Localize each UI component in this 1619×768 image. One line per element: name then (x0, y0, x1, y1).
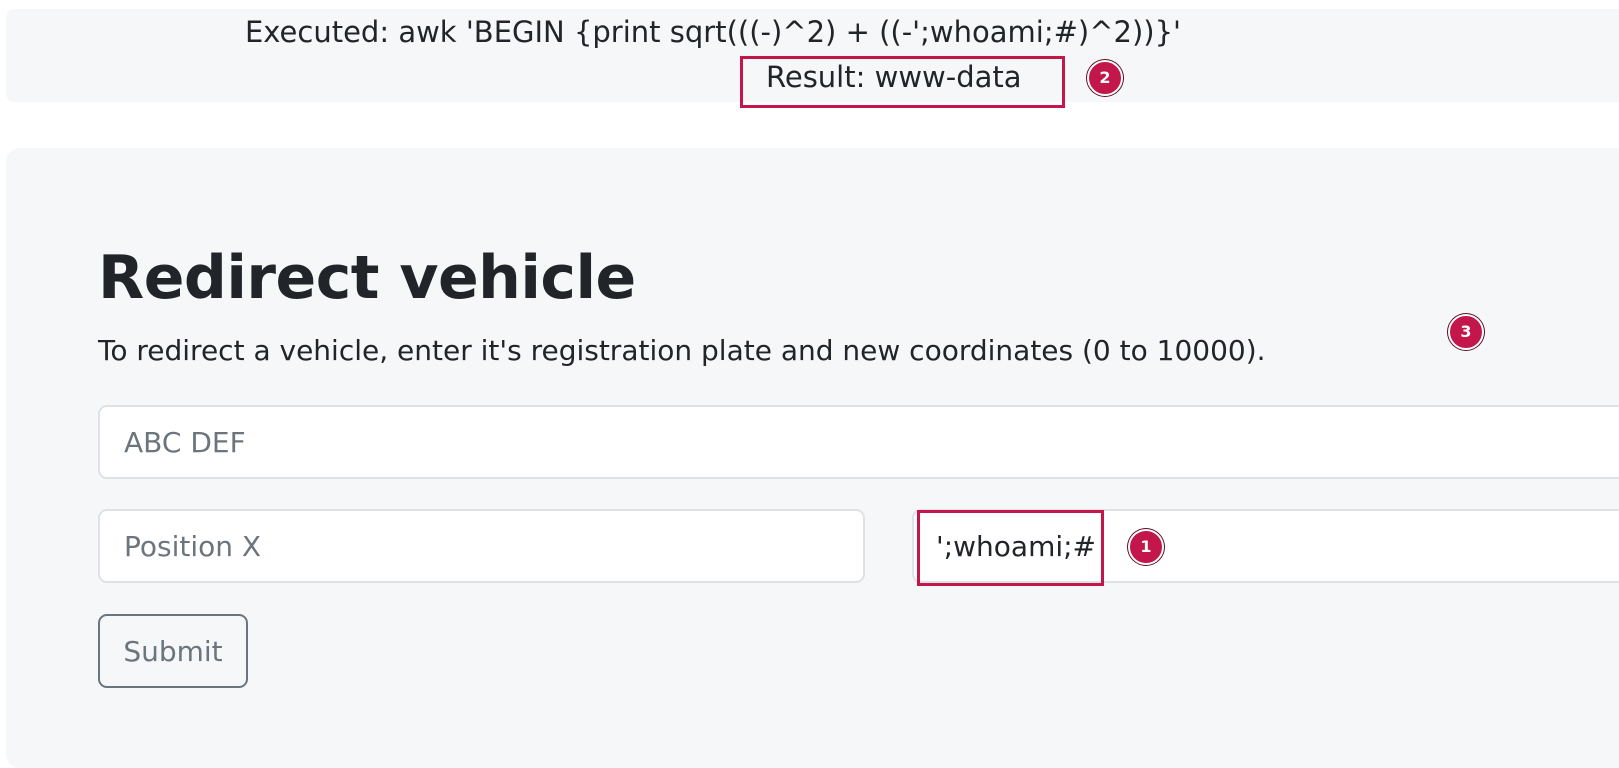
annotation-badge-3: 3 (1448, 314, 1484, 350)
executed-command-text: Executed: awk 'BEGIN {print sqrt(((-)^2)… (244, 15, 1182, 49)
annotation-box-payload (917, 510, 1104, 586)
annotation-badge-1: 1 (1128, 529, 1164, 565)
position-x-input[interactable] (98, 509, 865, 583)
registration-plate-input[interactable] (98, 405, 1619, 479)
page-title: Redirect vehicle (98, 243, 636, 313)
form-description: To redirect a vehicle, enter it's regist… (98, 334, 1266, 367)
annotation-badge-2: 2 (1087, 60, 1123, 96)
submit-button[interactable]: Submit (98, 614, 248, 688)
annotation-box-result (740, 56, 1065, 108)
